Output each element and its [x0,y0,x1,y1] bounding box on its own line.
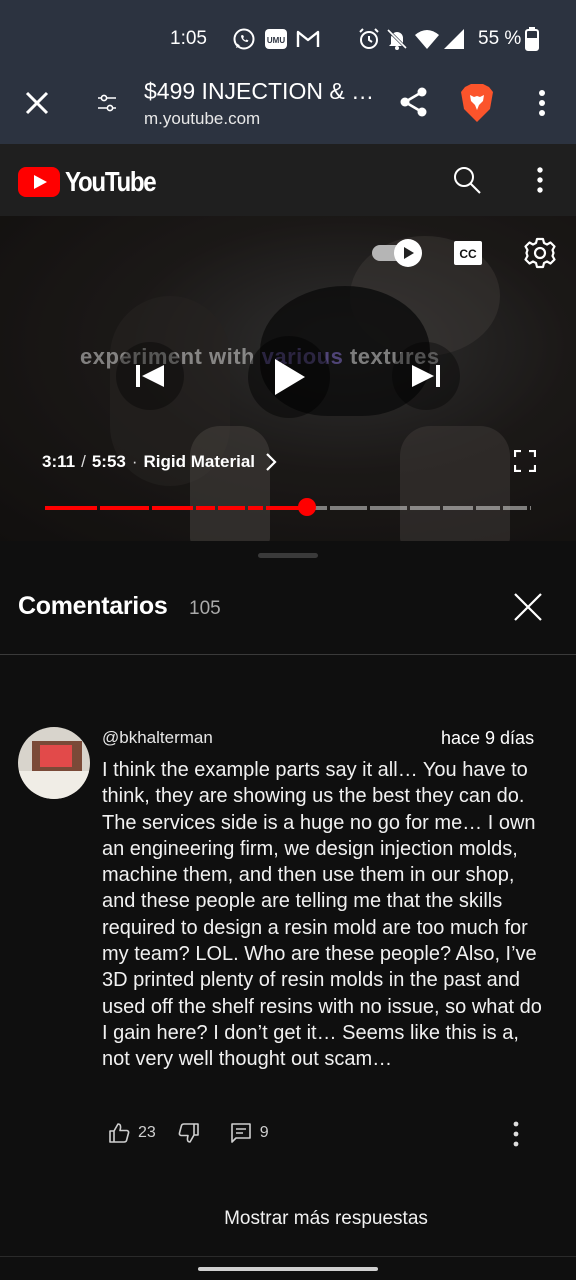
home-gesture-pill[interactable] [198,1267,378,1271]
progress-played-segment [218,506,245,510]
browser-toolbar: $499 INJECTION & … m.youtube.com [0,72,576,144]
battery-icon [524,27,540,51]
progress-remaining-segment [476,506,500,510]
close-comments-icon[interactable] [512,591,544,623]
comment-icon [230,1122,252,1144]
reply-count: 9 [259,1124,269,1141]
next-icon[interactable] [392,342,460,410]
previous-icon[interactable] [116,342,184,410]
comment-actions: 23 9 [108,1119,269,1147]
page-title: $499 INJECTION & … [144,78,375,104]
progress-remaining-segment [443,506,473,510]
gmail-icon [296,27,320,51]
time-separator: / [81,452,86,471]
progress-played-segment [45,506,97,510]
comments-count: 105 [189,598,221,619]
progress-played-segment [248,506,263,510]
youtube-logo[interactable]: YouTube [18,166,170,198]
progress-played-segment [152,506,193,510]
progress-remaining-segment [530,506,531,510]
youtube-logo-text: YouTube [65,166,157,197]
progress-remaining-segment [370,506,407,510]
progress-played-segment [196,506,215,510]
youtube-header: YouTube [0,144,576,216]
show-more-replies-button[interactable]: Mostrar más respuestas [0,1208,576,1230]
chevron-right-icon[interactable] [265,452,277,472]
thumb-up-icon [108,1122,130,1144]
drag-handle[interactable] [258,553,318,558]
wifi-icon [414,27,440,51]
comments-title: Comentarios [18,592,168,620]
youtube-play-logo-icon [18,167,60,197]
whatsapp-icon [232,27,256,51]
status-bar: 1:05 UMU 55 % [0,0,576,72]
progress-remaining-segment [410,506,440,510]
duration: 5:53 [91,452,126,471]
share-icon[interactable] [398,86,430,118]
reply-button[interactable]: 9 [230,1122,269,1144]
more-vert-icon[interactable] [530,164,550,196]
progress-remaining-segment [503,506,527,510]
progress-bar[interactable] [45,506,531,510]
search-icon[interactable] [452,165,482,195]
battery-percent: 55 % [478,28,522,49]
svg-text:UMU: UMU [267,36,285,45]
comment-author[interactable]: @bkhalterman [102,728,213,748]
video-player[interactable]: experiment with various textures CC 3:11… [0,216,576,541]
dislike-button[interactable] [178,1122,200,1144]
gesture-nav-bar [0,1256,576,1280]
progress-played-segment [100,506,149,510]
alarm-icon [357,27,381,51]
fullscreen-icon[interactable] [513,449,537,473]
chapter-title[interactable]: Rigid Material [144,452,255,472]
chapter-separator: · [131,452,138,471]
avatar[interactable] [18,727,90,799]
divider [0,654,576,655]
progress-scrubber[interactable] [298,498,316,516]
cc-icon[interactable]: CC [453,240,483,266]
signal-icon [442,27,466,51]
tune-icon[interactable] [96,92,118,114]
current-time: 3:11 [42,452,76,471]
comment-time: hace 9 días [441,728,535,748]
thumb-down-icon [178,1122,200,1144]
comment-more-icon[interactable] [506,1120,526,1148]
like-count: 23 [138,1124,156,1141]
brave-icon[interactable] [459,83,495,123]
play-icon[interactable] [248,336,330,418]
status-time: 1:05 [170,28,207,49]
close-icon[interactable] [22,88,52,118]
page-url[interactable]: m.youtube.com [144,109,260,129]
progress-remaining-segment [330,506,367,510]
like-button[interactable]: 23 [108,1122,156,1144]
autoplay-toggle-icon[interactable] [370,238,424,268]
notifications-off-icon [385,27,409,51]
more-vert-icon[interactable] [532,86,552,120]
svg-text:CC: CC [459,247,477,261]
umu-icon: UMU [264,27,288,51]
comments-panel: Comentarios 105 @bkhalterman hace 9 días… [0,541,576,1280]
comment-text: I think the example parts say it all… Yo… [102,759,542,1071]
settings-icon[interactable] [523,236,557,270]
video-time: 3:11 / 5:53 · Rigid Material [42,452,277,472]
